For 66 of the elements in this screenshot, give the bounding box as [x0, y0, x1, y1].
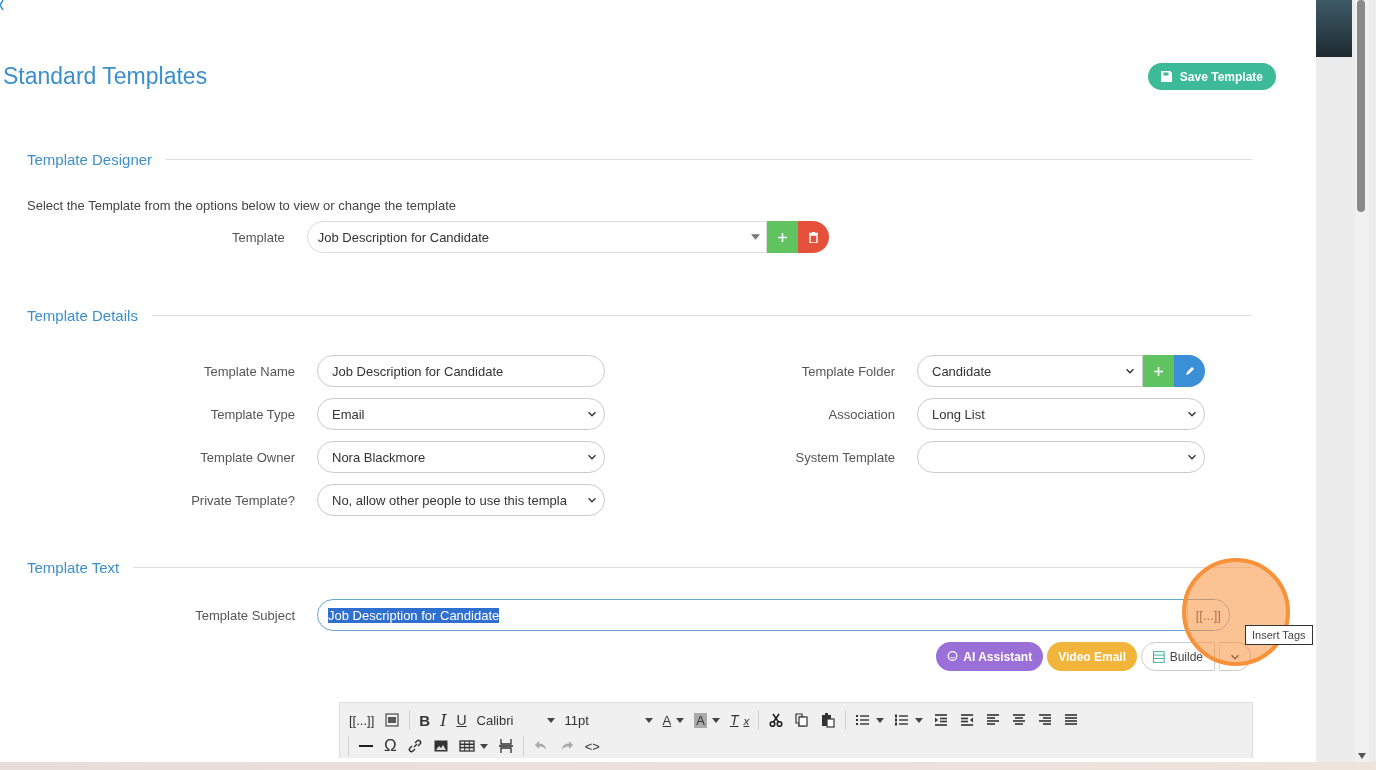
scrollbar-thumb[interactable]	[1357, 0, 1365, 212]
font-dropdown[interactable]: Calibri	[471, 708, 560, 732]
scroll-down-icon[interactable]	[1358, 753, 1366, 759]
special-character-button[interactable]: Ω	[379, 734, 402, 758]
caret-icon	[546, 717, 555, 723]
cut-icon[interactable]	[768, 712, 785, 728]
highlight-color-button[interactable]: A	[689, 708, 725, 732]
insert-tags-button[interactable]: [[...]]	[344, 708, 380, 732]
numbered-list-icon[interactable]	[894, 712, 911, 728]
field-label: Template Owner	[200, 449, 295, 465]
align-left-icon[interactable]	[985, 712, 1002, 728]
tooltip: Insert Tags	[1245, 625, 1313, 645]
caret-icon	[479, 743, 488, 749]
font-size-dropdown[interactable]: 11pt	[559, 708, 658, 732]
field-label: Template Subject	[194, 607, 296, 623]
field-label: Template Type	[210, 406, 295, 422]
field-label: Association	[828, 406, 895, 422]
template-icon[interactable]	[384, 712, 401, 728]
align-right-icon[interactable]	[1037, 712, 1054, 728]
caret-icon	[750, 234, 760, 240]
indent-icon[interactable]	[933, 712, 950, 728]
section-heading: Template Designer	[27, 151, 153, 168]
paste-icon[interactable]	[820, 712, 837, 728]
builder-button[interactable]: Builde	[1141, 642, 1215, 671]
subject-text: Job Description for Candidate	[328, 607, 500, 623]
field-label: Template Name	[203, 363, 295, 379]
field-label: Template Folder	[801, 363, 895, 379]
description-text: Select the Template from the options below to view or change the template	[27, 198, 457, 213]
caret-icon	[711, 717, 720, 723]
side-panel	[1316, 0, 1352, 57]
layout-icon	[1153, 650, 1165, 663]
section-heading: Template Text	[27, 559, 120, 576]
outdent-icon[interactable]	[959, 712, 976, 728]
section-heading: Template Details	[27, 307, 138, 324]
pencil-icon	[1184, 366, 1195, 376]
justify-icon[interactable]	[1063, 712, 1080, 728]
caret-icon	[676, 717, 685, 723]
copy-icon[interactable]	[794, 712, 811, 728]
chat-icon	[947, 651, 959, 662]
page-break-icon[interactable]	[497, 738, 514, 754]
bold-button[interactable]: B	[414, 708, 436, 732]
page-title: Standard Templates	[3, 63, 208, 90]
text-color-button[interactable]: A	[657, 708, 690, 732]
field-label: System Template	[795, 449, 895, 465]
caret-icon	[876, 717, 885, 723]
field-label: Private Template?	[191, 492, 295, 508]
link-icon[interactable]	[406, 738, 423, 754]
plus-icon	[1154, 366, 1163, 376]
caret-icon	[644, 717, 653, 723]
bullet-list-icon[interactable]	[855, 712, 872, 728]
table-icon[interactable]	[458, 738, 475, 754]
underline-button[interactable]: U	[451, 708, 472, 732]
italic-button[interactable]: I	[435, 708, 452, 732]
plus-icon	[777, 232, 787, 242]
chevron-icon[interactable]	[0, 0, 4, 10]
ai-assistant-button[interactable]: AI Assistant	[936, 642, 1044, 671]
edit-button[interactable]	[1174, 355, 1205, 387]
delete-button[interactable]	[797, 221, 829, 253]
dropdown-button[interactable]	[1219, 642, 1251, 671]
trash-icon	[808, 231, 818, 243]
align-center-icon[interactable]	[1011, 712, 1028, 728]
caret-icon	[915, 717, 924, 723]
image-icon[interactable]	[432, 738, 449, 754]
field-label: Template	[232, 229, 285, 245]
source-code-button[interactable]: <>	[579, 734, 605, 758]
scrollbar[interactable]	[1355, 0, 1369, 762]
